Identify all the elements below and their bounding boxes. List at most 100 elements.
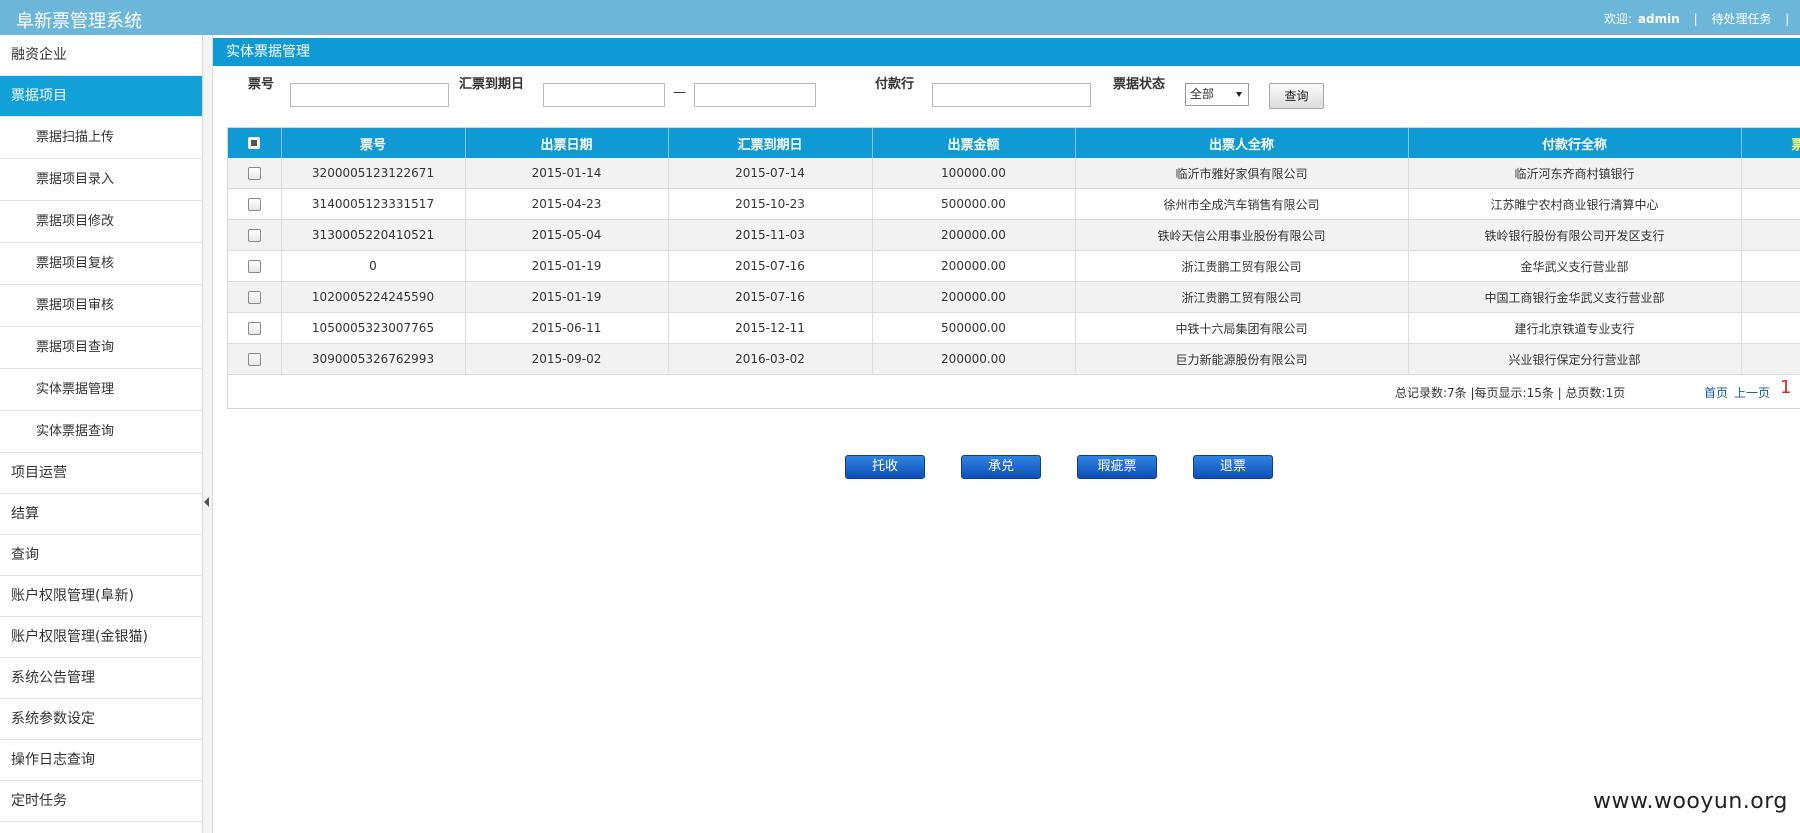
pager-first-link[interactable]: 首页 xyxy=(1704,384,1728,401)
row-select-cell[interactable] xyxy=(228,343,282,375)
cell-drawer-name: 巨力新能源股份有限公司 xyxy=(1075,343,1409,375)
cell-due-date: 2015-07-14 xyxy=(668,158,873,189)
sidebar-item-project-operation[interactable]: 项目运营 xyxy=(0,453,202,494)
cell-ticket-no: 1050005323007765 xyxy=(281,312,466,344)
cell-ticket-no: 3140005123331517 xyxy=(281,188,466,220)
cell-due-date: 2015-10-23 xyxy=(668,188,873,220)
due-date-label: 汇票到期日 xyxy=(459,77,525,92)
welcome-label: 欢迎: xyxy=(1604,12,1633,26)
due-date-start-input[interactable] xyxy=(543,83,665,107)
sidebar-item-account-perm-fuxin[interactable]: 账户权限管理(阜新) xyxy=(0,576,202,617)
row-checkbox[interactable] xyxy=(247,198,261,211)
cell-due-date: 2016-03-02 xyxy=(668,343,873,375)
sidebar-item-query[interactable]: 查询 xyxy=(0,535,202,576)
pager-current-page[interactable]: 1 xyxy=(1780,377,1791,398)
cell-payer-bank: 中国工商银行金华武义支行营业部 xyxy=(1408,281,1742,313)
row-select-cell[interactable] xyxy=(228,250,282,282)
select-all-checkbox[interactable] xyxy=(248,137,261,149)
select-all-cell[interactable] xyxy=(228,128,282,158)
sidebar-item-scheduled-task[interactable]: 定时任务 xyxy=(0,781,202,822)
cell-issue-date: 2015-01-19 xyxy=(465,281,669,313)
pager-info: 总记录数:7条 |每页显示:15条 | 总页数:1页 xyxy=(1395,386,1626,400)
bill-status-label: 票据状态 xyxy=(1113,77,1166,92)
cell-extra xyxy=(1741,281,1800,313)
accept-button[interactable]: 承兑 xyxy=(961,455,1041,479)
sidebar-subitem-project-recheck[interactable]: 票据项目复核 xyxy=(0,243,202,285)
sidebar-subitem-physical-bill-manage[interactable]: 实体票据管理 xyxy=(0,369,202,411)
cell-payer-bank: 临沂河东齐商村镇银行 xyxy=(1408,158,1742,189)
cell-ticket-no: 3090005326762993 xyxy=(281,343,466,375)
cell-extra xyxy=(1741,250,1800,282)
sidebar-item-operation-log[interactable]: 操作日志查询 xyxy=(0,740,202,781)
cell-issue-date: 2015-01-14 xyxy=(465,158,669,189)
app-title: 阜新票管理系统 xyxy=(16,11,142,32)
row-checkbox[interactable] xyxy=(247,167,261,180)
cell-ticket-no: 1020005224245590 xyxy=(281,281,466,313)
row-select-cell[interactable] xyxy=(228,219,282,251)
cell-amount: 200000.00 xyxy=(872,219,1076,251)
cell-payer-bank: 江苏睢宁农村商业银行清算中心 xyxy=(1408,188,1742,220)
collect-button[interactable]: 托收 xyxy=(845,455,925,479)
ticket-no-input[interactable] xyxy=(290,83,449,107)
top-nav: 欢迎: admin | 待处理任务 | 修改 xyxy=(1604,10,1800,27)
sidebar-subitem-project-edit[interactable]: 票据项目修改 xyxy=(0,201,202,243)
sidebar-subitem-project-audit[interactable]: 票据项目审核 xyxy=(0,285,202,327)
sidebar-item-system-notice[interactable]: 系统公告管理 xyxy=(0,658,202,699)
table-row[interactable]: 1020005224245590 2015-01-19 2015-07-16 2… xyxy=(228,281,1800,313)
return-bill-button[interactable]: 退票 xyxy=(1193,455,1273,479)
cell-drawer-name: 浙江贵鹏工贸有限公司 xyxy=(1075,250,1409,282)
sidebar-item-bill-project[interactable]: 票据项目 xyxy=(0,76,202,117)
collapse-arrow-icon xyxy=(204,497,209,507)
panel-title: 实体票据管理 xyxy=(213,38,1800,66)
bill-status-select[interactable]: 全部 xyxy=(1185,83,1249,106)
table-row[interactable]: 3200005123122671 2015-01-14 2015-07-14 1… xyxy=(228,158,1800,189)
search-button[interactable]: 查询 xyxy=(1269,83,1324,109)
sidebar: 融资企业 票据项目 票据扫描上传 票据项目录入 票据项目修改 票据项目复核 票据… xyxy=(0,35,203,833)
sidebar-collapse-handle[interactable] xyxy=(203,35,213,833)
sidebar-subitem-project-query[interactable]: 票据项目查询 xyxy=(0,327,202,369)
cell-payer-bank: 金华武义支行营业部 xyxy=(1408,250,1742,282)
cell-ticket-no: 3200005123122671 xyxy=(281,158,466,189)
payer-bank-input[interactable] xyxy=(932,83,1091,107)
sidebar-subitem-project-entry[interactable]: 票据项目录入 xyxy=(0,159,202,201)
row-select-cell[interactable] xyxy=(228,281,282,313)
table-row[interactable]: 3090005326762993 2015-09-02 2016-03-02 2… xyxy=(228,343,1800,375)
row-checkbox[interactable] xyxy=(247,353,261,366)
col-header-ticket-no: 票号 xyxy=(281,128,466,158)
cell-issue-date: 2015-05-04 xyxy=(465,219,669,251)
row-select-cell[interactable] xyxy=(228,188,282,220)
col-header-issue-date: 出票日期 xyxy=(465,128,669,158)
col-header-truncated: 票 xyxy=(1741,128,1800,158)
sidebar-subitem-physical-bill-query[interactable]: 实体票据查询 xyxy=(0,411,202,453)
pending-tasks-link[interactable]: 待处理任务 xyxy=(1711,12,1771,26)
cell-extra xyxy=(1741,158,1800,189)
sidebar-item-account-perm-jinyinmao[interactable]: 账户权限管理(金银猫) xyxy=(0,617,202,658)
pager-prev-link[interactable]: 上一页 xyxy=(1734,384,1770,401)
defect-bill-button[interactable]: 瑕疵票 xyxy=(1077,455,1157,479)
sidebar-item-settlement[interactable]: 结算 xyxy=(0,494,202,535)
table-row[interactable]: 3130005220410521 2015-05-04 2015-11-03 2… xyxy=(228,219,1800,251)
bill-table: 票号 出票日期 汇票到期日 出票金额 出票人全称 付款行全称 票 3200005… xyxy=(227,127,1800,409)
table-header-row: 票号 出票日期 汇票到期日 出票金额 出票人全称 付款行全称 票 xyxy=(228,128,1800,158)
cell-issue-date: 2015-09-02 xyxy=(465,343,669,375)
sidebar-item-system-params[interactable]: 系统参数设定 xyxy=(0,699,202,740)
row-checkbox[interactable] xyxy=(247,229,261,242)
row-checkbox[interactable] xyxy=(247,291,261,304)
table-row[interactable]: 1050005323007765 2015-06-11 2015-12-11 5… xyxy=(228,312,1800,344)
due-date-end-input[interactable] xyxy=(694,83,816,107)
table-row[interactable]: 3140005123331517 2015-04-23 2015-10-23 5… xyxy=(228,188,1800,220)
cell-payer-bank: 兴业银行保定分行营业部 xyxy=(1408,343,1742,375)
sidebar-item-financing-company[interactable]: 融资企业 xyxy=(0,35,202,76)
cell-due-date: 2015-07-16 xyxy=(668,281,873,313)
row-select-cell[interactable] xyxy=(228,158,282,189)
col-header-payer-bank: 付款行全称 xyxy=(1408,128,1742,158)
cell-drawer-name: 临沂市雅好家俱有限公司 xyxy=(1075,158,1409,189)
table-row[interactable]: 0 2015-01-19 2015-07-16 200000.00 浙江贵鹏工贸… xyxy=(228,250,1800,282)
cell-drawer-name: 徐州市全成汽车销售有限公司 xyxy=(1075,188,1409,220)
nav-separator: | xyxy=(1693,12,1698,26)
row-checkbox[interactable] xyxy=(247,322,261,335)
cell-payer-bank: 建行北京铁道专业支行 xyxy=(1408,312,1742,344)
row-select-cell[interactable] xyxy=(228,312,282,344)
row-checkbox[interactable] xyxy=(247,260,261,273)
sidebar-subitem-scan-upload[interactable]: 票据扫描上传 xyxy=(0,117,202,159)
